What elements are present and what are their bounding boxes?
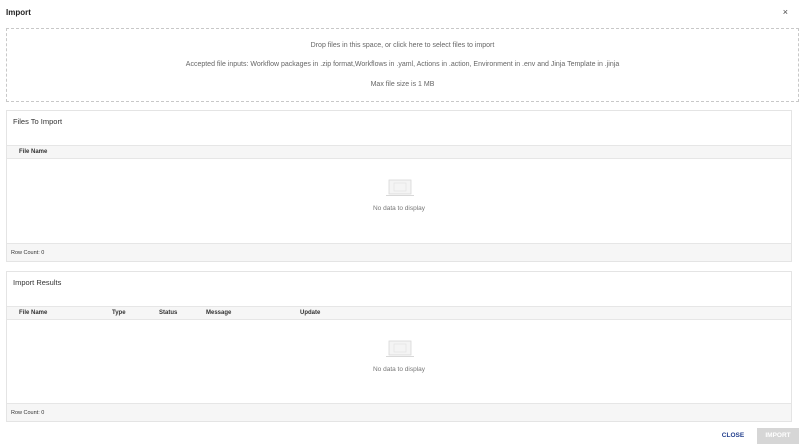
empty-box-icon [386,179,414,196]
import-button[interactable]: IMPORT [757,428,799,444]
empty-box-icon [386,340,414,357]
import-results-panel: Import Results File Name Type Status Mes… [6,271,792,422]
row-count: Row Count: 0 [11,250,45,256]
close-button[interactable]: CLOSE [717,428,749,444]
grid-footer: Row Count: 0 [7,243,791,261]
column-header-file-name[interactable]: File Name [19,310,47,316]
close-icon[interactable]: × [783,7,788,17]
column-header-file-name[interactable]: File Name [19,149,47,155]
column-header-type[interactable]: Type [112,310,126,316]
empty-state-text: No data to display [372,205,426,212]
column-header-update[interactable]: Update [300,310,320,316]
empty-state-text: No data to display [372,366,426,373]
panel-title: Files To Import [13,117,63,126]
dropzone-instruction: Drop files in this space, or click here … [310,42,495,49]
row-count: Row Count: 0 [11,410,45,416]
grid-header: File Name Type Status Message Update [7,306,791,320]
grid-header: File Name [7,145,791,159]
file-dropzone[interactable]: Drop files in this space, or click here … [6,28,799,102]
dialog-title: Import [6,8,31,17]
column-header-status[interactable]: Status [159,310,177,316]
dropzone-max-size: Max file size is 1 MB [370,81,435,88]
panel-title: Import Results [13,278,62,287]
dropzone-accepted-types: Accepted file inputs: Workflow packages … [185,61,620,68]
column-header-message[interactable]: Message [206,310,231,316]
files-to-import-panel: Files To Import File Name No data to dis… [6,110,792,262]
dialog-header: Import × [0,0,800,26]
grid-footer: Row Count: 0 [7,403,791,421]
